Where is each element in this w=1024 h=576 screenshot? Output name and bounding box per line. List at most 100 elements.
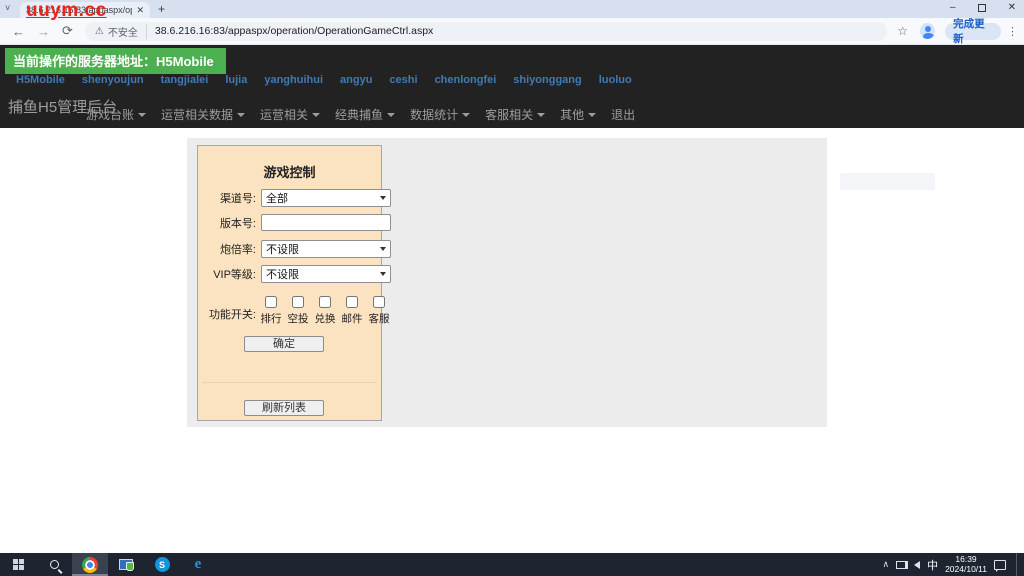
computer-shield-icon [119, 559, 133, 570]
menu-operation-data[interactable]: 运营相关数据 [161, 106, 245, 123]
caret-down-icon [588, 113, 596, 117]
caret-down-icon [237, 113, 245, 117]
confirm-button[interactable]: 确定 [244, 336, 324, 352]
menu-operation[interactable]: 运营相关 [260, 106, 320, 123]
menu-logout[interactable]: 退出 [611, 106, 635, 123]
taskbar-pc-button[interactable] [108, 553, 144, 576]
switch-exchange[interactable]: 兑换 [315, 296, 335, 326]
ime-indicator[interactable]: 中 [927, 557, 938, 573]
server-link-chenlongfei[interactable]: chenlongfei [435, 74, 497, 86]
mail-checkbox[interactable] [346, 296, 358, 308]
tab-search-chevron-icon[interactable]: ˅ [5, 3, 10, 13]
chevron-down-icon [380, 196, 386, 200]
server-link-tangjialei[interactable]: tangjialei [161, 74, 209, 86]
taskbar-skype-button[interactable]: S [144, 553, 180, 576]
refresh-list-button[interactable]: 刷新列表 [244, 400, 324, 416]
version-input[interactable] [261, 214, 391, 231]
switch-airdrop[interactable]: 空投 [288, 296, 308, 326]
menu-other[interactable]: 其他 [560, 106, 596, 123]
caret-down-icon [138, 113, 146, 117]
caret-down-icon [537, 113, 545, 117]
windows-logo-icon [13, 559, 24, 570]
show-desktop-button[interactable] [1016, 553, 1020, 576]
site-watermark: uuym.cc [26, 0, 107, 22]
switch-rank[interactable]: 排行 [261, 296, 281, 326]
edge-icon: e [195, 556, 202, 573]
avatar-body [923, 33, 934, 39]
service-checkbox[interactable] [373, 296, 385, 308]
switch-checkbox-group: 排行 空投 兑换 邮件 客服 [261, 296, 389, 326]
switch-service[interactable]: 客服 [369, 296, 389, 326]
skype-icon: S [155, 557, 170, 572]
channel-select[interactable]: 全部 [261, 189, 391, 207]
browser-tab-strip: ˅ 38.6.216.16:83/appaspx/oper ✕ + – ✕ [0, 0, 1024, 18]
server-link-angyu[interactable]: angyu [340, 74, 372, 86]
server-address-banner: 当前操作的服务器地址：H5Mobile [5, 48, 226, 74]
server-link-yanghuihui[interactable]: yanghuihui [264, 74, 323, 86]
server-link-h5mobile[interactable]: H5Mobile [16, 74, 65, 86]
exchange-checkbox[interactable] [319, 296, 331, 308]
chevron-down-icon [380, 247, 386, 251]
function-switch-label: 功能开关: [204, 306, 256, 326]
divider [202, 382, 377, 383]
window-controls: – ✕ [950, 1, 1016, 15]
server-link-shiyonggang[interactable]: shiyonggang [513, 74, 581, 86]
channel-label: 渠道号: [204, 190, 256, 206]
cannon-rate-select[interactable]: 不设限 [261, 240, 391, 258]
airdrop-checkbox[interactable] [292, 296, 304, 308]
address-bar[interactable]: ⚠ 不安全 38.6.216.16:83/appaspx/operation/O… [85, 22, 887, 41]
action-center-icon[interactable] [994, 560, 1006, 570]
profile-avatar[interactable] [920, 23, 935, 39]
switch-mail[interactable]: 邮件 [342, 296, 362, 326]
server-link-lujia[interactable]: lujia [225, 74, 247, 86]
version-label: 版本号: [204, 215, 256, 231]
search-icon [50, 560, 59, 569]
function-switch-row: 功能开关: 排行 空投 兑换 邮件 客服 [204, 296, 389, 326]
menu-game-ledger[interactable]: 游戏台账 [86, 106, 146, 123]
browser-menu-icon[interactable]: ⋮ [1007, 25, 1018, 38]
browser-toolbar: ← → ⟳ ⚠ 不安全 38.6.216.16:83/appaspx/opera… [0, 18, 1024, 45]
windows-taskbar: S e ∧ 中 16:39 2024/10/11 [0, 553, 1024, 576]
system-tray: ∧ 中 16:39 2024/10/11 [882, 553, 1020, 576]
tab-close-icon[interactable]: ✕ [136, 5, 144, 16]
clock-date: 2024/10/11 [945, 565, 987, 575]
taskbar-search-button[interactable] [36, 553, 72, 576]
taskbar-clock[interactable]: 16:39 2024/10/11 [945, 555, 987, 574]
server-link-luoluo[interactable]: luoluo [599, 74, 632, 86]
fading-tooltip [840, 173, 935, 190]
chevron-down-icon [380, 272, 386, 276]
vip-level-label: VIP等级: [204, 266, 256, 282]
menu-classic-fishing[interactable]: 经典捕鱼 [335, 106, 395, 123]
server-link-ceshi[interactable]: ceshi [389, 74, 417, 86]
avatar-head [925, 26, 931, 32]
site-header: 当前操作的服务器地址：H5Mobile H5Mobile shenyoujun … [0, 45, 1024, 128]
new-tab-button[interactable]: + [158, 2, 165, 16]
caret-down-icon [387, 113, 395, 117]
caret-down-icon [462, 113, 470, 117]
taskbar-chrome-button[interactable] [72, 553, 108, 576]
volume-icon[interactable] [914, 561, 920, 569]
menu-customer-service[interactable]: 客服相关 [485, 106, 545, 123]
maximize-button[interactable] [978, 4, 986, 12]
taskbar-edge-button[interactable]: e [180, 553, 216, 576]
server-link-shenyoujun[interactable]: shenyoujun [82, 74, 144, 86]
tray-expand-icon[interactable]: ∧ [882, 559, 889, 570]
rank-checkbox[interactable] [265, 296, 277, 308]
back-button[interactable]: ← [12, 24, 25, 39]
not-secure-warning-icon: ⚠ [95, 26, 104, 37]
minimize-button[interactable]: – [950, 1, 956, 15]
caret-down-icon [312, 113, 320, 117]
menu-statistics[interactable]: 数据统计 [410, 106, 470, 123]
bookmark-star-icon[interactable]: ☆ [897, 24, 908, 38]
server-link-list: H5Mobile shenyoujun tangjialei lujia yan… [16, 74, 632, 86]
forward-button[interactable]: → [37, 24, 50, 39]
chrome-icon [82, 557, 98, 573]
close-window-button[interactable]: ✕ [1008, 1, 1016, 15]
vip-level-select[interactable]: 不设限 [261, 265, 391, 283]
form-title: 游戏控制 [198, 162, 381, 181]
url-text[interactable]: 38.6.216.16:83/appaspx/operation/Operati… [155, 25, 433, 37]
chrome-update-button[interactable]: 完成更新 [945, 23, 1001, 40]
reload-button[interactable]: ⟳ [62, 23, 73, 39]
cannon-rate-label: 炮倍率: [204, 241, 256, 257]
start-button[interactable] [0, 553, 36, 576]
